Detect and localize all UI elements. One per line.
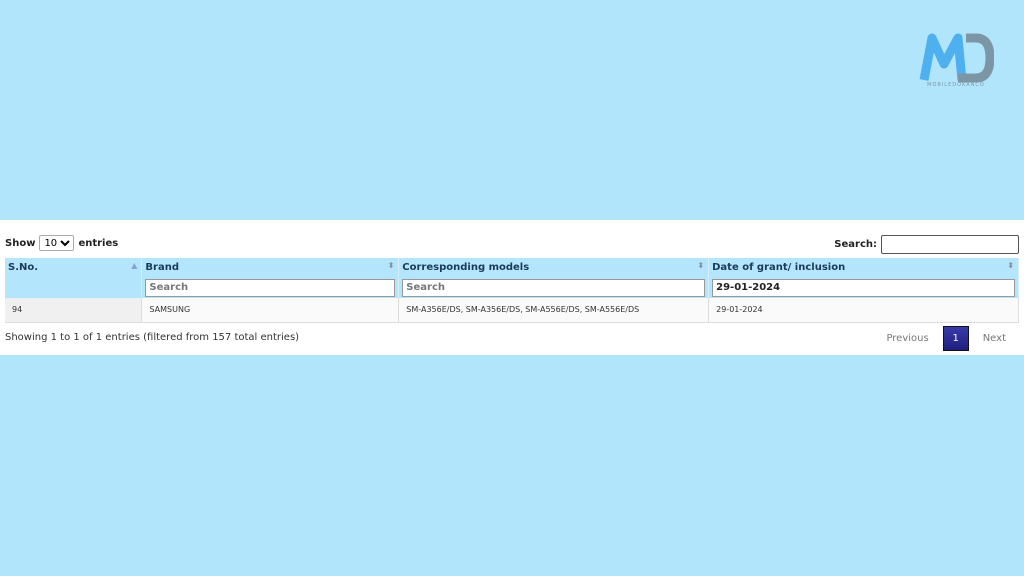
logo-text: MOBILEDOKANCO [927,82,985,88]
column-header-date[interactable]: Date of grant/ inclusion ⬍ [708,258,1019,277]
brand-filter-input[interactable] [145,278,396,297]
sort-icon: ⬍ [1007,261,1014,270]
column-header-models[interactable]: Corresponding models ⬍ [398,258,710,277]
global-search: Search: [834,235,1019,254]
sort-icon: ⬍ [697,261,705,270]
table-info: Showing 1 to 1 of 1 entries (filtered fr… [5,332,300,343]
previous-button[interactable]: Previous [876,333,938,344]
pagination: Previous 1 Next [876,326,1016,351]
cell-brand: SAMSUNG [141,298,400,323]
entries-label: entries [78,237,119,249]
filter-cell [5,277,143,298]
search-input[interactable] [881,235,1019,254]
cell-sno: 94 [5,298,143,323]
sort-icon: ⬍ [387,261,395,270]
column-header-sno[interactable]: S.No. ▲ [5,258,143,277]
column-header-brand[interactable]: Brand ⬍ [141,258,400,277]
date-filter-input[interactable] [712,278,1015,297]
data-table: S.No. ▲ Brand ⬍ Corresponding models ⬍ Date… [5,258,1019,323]
search-label: Search: [834,239,877,250]
models-filter-input[interactable] [402,278,706,297]
show-label: Show [5,237,36,249]
entries-length-control: Show 10 entries [5,235,118,251]
cell-models: SM-A356E/DS, SM-A356E/DS, SM-A556E/DS, S… [398,298,710,323]
entries-select[interactable]: 10 [39,235,75,251]
page-1-button[interactable]: 1 [942,326,969,351]
table-row: 94 SAMSUNG SM-A356E/DS, SM-A356E/DS, SM-… [5,298,1019,323]
sort-asc-icon: ▲ [131,261,138,270]
cell-date: 29-01-2024 [708,298,1019,323]
next-button[interactable]: Next [973,333,1016,344]
